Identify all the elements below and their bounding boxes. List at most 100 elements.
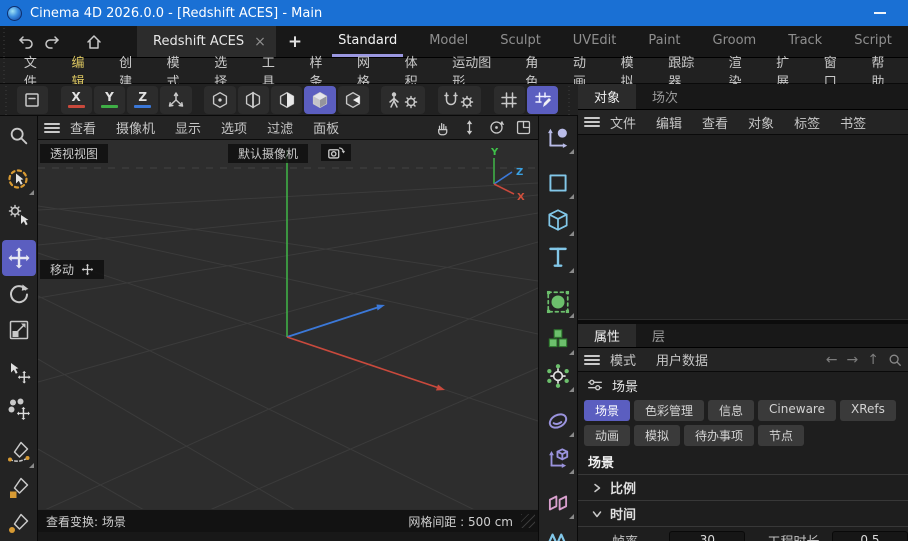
app-icon xyxy=(7,6,22,21)
connect-object-icon[interactable] xyxy=(540,484,576,521)
object-list[interactable] xyxy=(578,135,908,319)
section-tab-color-management[interactable]: 色彩管理 xyxy=(634,400,704,421)
drag-handle[interactable] xyxy=(568,84,575,115)
om-menu-file[interactable]: 文件 xyxy=(600,113,646,132)
om-menu-view[interactable]: 查看 xyxy=(692,113,738,132)
points-mode-icon[interactable] xyxy=(204,86,235,114)
snap-settings-icon[interactable] xyxy=(438,86,482,114)
attribute-object-row: 场景 xyxy=(578,372,908,398)
camera-switch-icon[interactable] xyxy=(321,144,351,161)
minimize-button[interactable] xyxy=(874,12,886,14)
world-axes xyxy=(287,150,445,391)
left-tool-palette xyxy=(0,116,38,541)
section-tab-scene[interactable]: 场景 xyxy=(584,400,630,421)
live-selection-tool[interactable] xyxy=(2,161,36,197)
viewport-menu-options[interactable]: 选项 xyxy=(211,118,257,137)
spline-pen-create-icon[interactable] xyxy=(540,119,576,156)
rotate-tool[interactable] xyxy=(2,276,36,312)
text-spline-icon[interactable] xyxy=(540,238,576,275)
dolly-icon[interactable] xyxy=(461,119,478,136)
spline-sketch-tool[interactable] xyxy=(2,470,36,506)
object-manager-tabs: 对象 场次 xyxy=(578,84,908,110)
group-time[interactable]: 时间 xyxy=(578,501,908,527)
lock-y-axis-icon[interactable]: Y xyxy=(94,86,125,114)
drag-handle[interactable] xyxy=(5,84,12,115)
quantize-settings-icon[interactable] xyxy=(527,86,558,114)
multi-transform-tool[interactable] xyxy=(2,391,36,427)
instance-icon[interactable] xyxy=(540,439,576,476)
close-icon[interactable]: × xyxy=(254,34,266,50)
lock-z-axis-icon[interactable]: Z xyxy=(127,86,158,114)
cloner-icon[interactable] xyxy=(540,357,576,394)
group-scale[interactable]: 比例 xyxy=(578,475,908,501)
titlebar: Cinema 4D 2026.0.0 - [Redshift ACES] - M… xyxy=(0,0,908,26)
toggle-view-icon[interactable] xyxy=(515,119,532,136)
section-tab-info[interactable]: 信息 xyxy=(708,400,754,421)
hamburger-icon[interactable] xyxy=(584,353,600,367)
camera-label[interactable]: 默认摄像机 xyxy=(228,144,308,163)
quantize-icon[interactable] xyxy=(494,86,525,114)
fps-field-value[interactable]: 30 xyxy=(669,531,745,541)
history-back-icon[interactable]: ← xyxy=(826,352,838,368)
om-menu-objects[interactable]: 对象 xyxy=(738,113,784,132)
model-mode-icon[interactable] xyxy=(304,86,335,114)
tab-layers[interactable]: 层 xyxy=(636,324,681,347)
viewport-menu-display[interactable]: 显示 xyxy=(165,118,211,137)
history-forward-icon[interactable]: → xyxy=(847,352,859,368)
viewport-menu-cameras[interactable]: 摄像机 xyxy=(106,118,165,137)
am-menu-userdata[interactable]: 用户数据 xyxy=(646,350,718,369)
section-tab-nodes[interactable]: 节点 xyxy=(758,425,804,446)
drag-handle[interactable] xyxy=(3,26,10,57)
scale-tool[interactable] xyxy=(2,312,36,348)
polygons-mode-icon[interactable] xyxy=(271,86,302,114)
pan-icon[interactable] xyxy=(434,119,451,136)
resize-grip[interactable] xyxy=(521,514,535,528)
right-panel: 对象 场次 文件 编辑 查看 对象 标签 书签 属性 层 模式 用户数据 ← →… xyxy=(578,84,908,541)
search-icon[interactable] xyxy=(888,353,902,367)
om-menu-tags[interactable]: 标签 xyxy=(784,113,830,132)
section-tab-todo[interactable]: 待办事项 xyxy=(684,425,754,446)
project-duration-value[interactable]: 0.5 xyxy=(832,531,908,541)
spline-arc-tool[interactable] xyxy=(2,506,36,541)
spline-pen-tool[interactable] xyxy=(2,434,36,470)
object-axis-settings-icon[interactable] xyxy=(381,86,425,114)
am-menu-mode[interactable]: 模式 xyxy=(600,350,646,369)
viewport-menu-filter[interactable]: 过滤 xyxy=(257,118,303,137)
search-icon[interactable] xyxy=(2,118,36,154)
tab-objects[interactable]: 对象 xyxy=(578,84,636,109)
orbit-icon[interactable] xyxy=(488,119,505,136)
viewport-menu-view[interactable]: 查看 xyxy=(60,118,106,137)
viewport-grid xyxy=(38,140,538,541)
axis-label-x: X xyxy=(517,192,525,202)
lock-x-axis-icon[interactable]: X xyxy=(61,86,92,114)
viewport-canvas[interactable]: 透视视图 默认摄像机 Y Z X 移动 查看变换: 场景 网格间距 : 500 … xyxy=(38,140,538,541)
axis-mode-icon[interactable] xyxy=(160,86,191,114)
section-tab-animation[interactable]: 动画 xyxy=(584,425,630,446)
texture-mode-icon[interactable] xyxy=(338,86,369,114)
cube-primitive-icon[interactable] xyxy=(540,201,576,238)
select-transform-tool[interactable] xyxy=(2,355,36,391)
om-menu-edit[interactable]: 编辑 xyxy=(646,113,692,132)
om-menu-bookmarks[interactable]: 书签 xyxy=(830,113,876,132)
window-title: Cinema 4D 2026.0.0 - [Redshift ACES] - M… xyxy=(30,6,322,21)
rectangle-spline-icon[interactable] xyxy=(540,164,576,201)
tab-takes[interactable]: 场次 xyxy=(636,84,694,109)
viewport-menu-panel[interactable]: 面板 xyxy=(303,118,349,137)
parent-up-icon[interactable]: ↑ xyxy=(867,352,879,368)
tracer-icon[interactable] xyxy=(540,521,576,541)
section-tab-cineware[interactable]: Cineware xyxy=(758,400,836,421)
section-tab-simulation[interactable]: 模拟 xyxy=(634,425,680,446)
edges-mode-icon[interactable] xyxy=(238,86,269,114)
drag-handle[interactable] xyxy=(3,58,10,83)
section-tab-xrefs[interactable]: XRefs xyxy=(840,400,896,421)
hamburger-icon[interactable] xyxy=(44,121,60,135)
deformer-icon[interactable] xyxy=(540,402,576,439)
make-editable-icon[interactable] xyxy=(17,86,48,114)
generator-icon[interactable] xyxy=(540,283,576,320)
viewport-bottom-edge xyxy=(38,532,538,541)
hamburger-icon[interactable] xyxy=(584,115,600,129)
tab-attributes[interactable]: 属性 xyxy=(578,324,636,347)
move-tool[interactable] xyxy=(2,240,36,276)
tool-settings-tool[interactable] xyxy=(2,197,36,233)
volume-builder-icon[interactable] xyxy=(540,320,576,357)
